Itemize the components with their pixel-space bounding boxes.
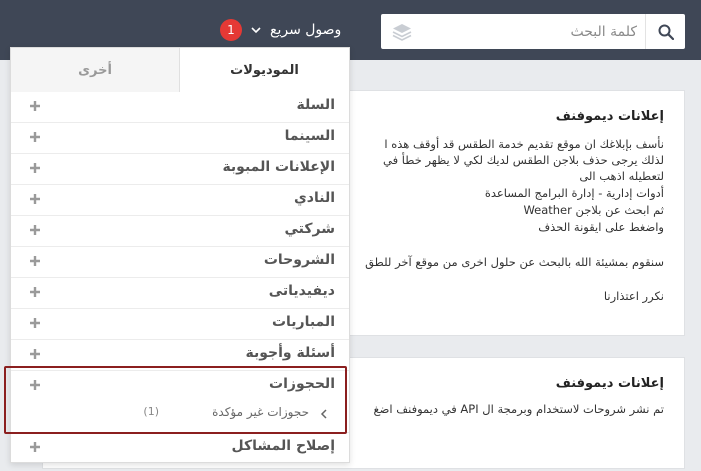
- plus-icon[interactable]: [29, 441, 41, 453]
- search-icon: [658, 24, 674, 40]
- card-line: لذلك يرجى حذف بلاجن الطقس لديك لكي لا يظ…: [383, 153, 664, 167]
- menu-item-label: الشروحات: [263, 252, 335, 268]
- menu-item-label: ديفيدياتى: [268, 283, 335, 299]
- menu-item-troubleshooting[interactable]: إصلاح المشاكل: [11, 432, 349, 463]
- menu-item-cinema[interactable]: السينما: [11, 123, 349, 154]
- card-line: لتعطيله اذهب الى: [579, 169, 664, 183]
- plus-icon[interactable]: [29, 131, 41, 143]
- card-line: سنقوم بمشيئة الله بالبحث عن حلول اخرى من…: [365, 255, 664, 269]
- menu-item-club[interactable]: النادي: [11, 185, 349, 216]
- highlight-box: [4, 366, 347, 434]
- search-button[interactable]: [645, 14, 685, 49]
- card-title: إعلانات ديموفنف: [555, 376, 664, 391]
- menu-item-videos[interactable]: ديفيدياتى: [11, 278, 349, 309]
- plus-icon[interactable]: [29, 162, 41, 174]
- card-line: تم نشر شروحات لاستخدام وبرمجة ال API في …: [373, 402, 664, 416]
- menu-item-label: أسئلة وأجوبة: [245, 345, 335, 361]
- layers-icon[interactable]: [391, 21, 413, 43]
- menu-item-label: السلة: [296, 97, 335, 113]
- card-line: نأسف بإبلاغك ان موقع تقديم خدمة الطقس قد…: [384, 137, 664, 151]
- menu-item-cart[interactable]: السلة: [11, 92, 349, 123]
- menu-item-label: المباريات: [271, 314, 335, 330]
- card-title: إعلانات ديموفنف: [555, 109, 664, 124]
- quick-access-menu[interactable]: 1 وصول سريع: [220, 16, 341, 44]
- tab-other[interactable]: أخرى: [11, 48, 179, 92]
- search-input[interactable]: [427, 14, 637, 49]
- plus-icon[interactable]: [29, 255, 41, 267]
- menu-item-label: إصلاح المشاكل: [231, 438, 335, 454]
- plus-icon[interactable]: [29, 224, 41, 236]
- tab-modules[interactable]: الموديولات: [179, 48, 349, 92]
- menu-item-label: السينما: [284, 128, 335, 144]
- plus-icon[interactable]: [29, 286, 41, 298]
- menu-item-tutorials[interactable]: الشروحات: [11, 247, 349, 278]
- menu-item-my-company[interactable]: شركتي: [11, 216, 349, 247]
- card-line: نكرر اعتذارنا: [603, 289, 664, 303]
- chevron-down-icon: [251, 27, 261, 34]
- plus-icon[interactable]: [29, 317, 41, 329]
- menu-item-label: شركتي: [284, 221, 336, 237]
- search-box: [381, 14, 685, 49]
- plus-icon[interactable]: [29, 193, 41, 205]
- notification-badge: 1: [220, 19, 242, 41]
- card-line: أدوات إدارية - إدارة البرامج المساعدة: [484, 186, 664, 200]
- card-line: ثم ابحث عن بلاجن Weather: [523, 203, 664, 217]
- menu-item-classifieds[interactable]: الإعلانات المبوبة: [11, 154, 349, 185]
- dropdown-tabs: الموديولات أخرى: [11, 48, 349, 92]
- menu-item-matches[interactable]: المباريات: [11, 309, 349, 340]
- plus-icon[interactable]: [29, 100, 41, 112]
- card-line: واضغط على ايقونة الحذف: [538, 220, 664, 234]
- plus-icon[interactable]: [29, 348, 41, 360]
- menu-item-label: الإعلانات المبوبة: [222, 159, 335, 175]
- quick-access-label: وصول سريع: [270, 22, 342, 38]
- menu-item-label: النادي: [293, 190, 335, 206]
